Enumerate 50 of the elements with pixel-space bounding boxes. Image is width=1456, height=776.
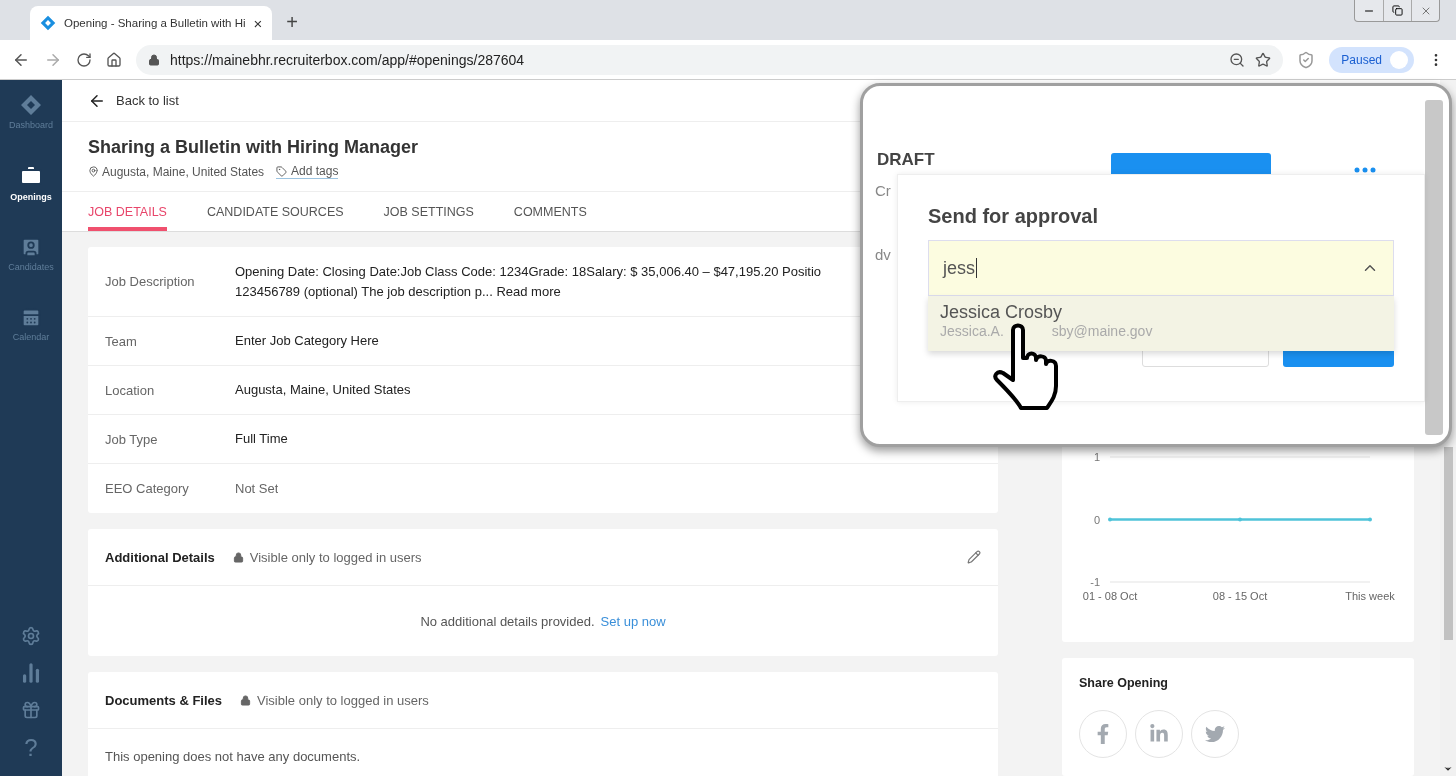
y-tick-label: 0	[1093, 513, 1100, 526]
tab[interactable]: JOB DETAILS	[88, 192, 167, 231]
field-value: Full Time	[235, 430, 288, 448]
profile-button[interactable]: Paused	[1329, 46, 1414, 73]
approver-select[interactable]: jess	[928, 240, 1394, 296]
opening-title: Sharing a Bulletin with Hiring Manager	[88, 137, 420, 158]
section-title: Additional Details	[105, 549, 215, 565]
x-tick-label: This week	[1345, 590, 1395, 602]
visibility-note: Visible only to logged in users	[232, 549, 422, 565]
tab[interactable]: COMMENTS	[513, 192, 587, 231]
add-tags-link[interactable]: Add tags	[276, 164, 339, 179]
approver-option[interactable]: Jessica Crosby Jessica.A. sby@maine.gov	[928, 296, 1394, 351]
sidebar-item[interactable]: Openings	[0, 158, 62, 208]
option-name: Jessica Crosby	[940, 302, 1064, 323]
url-text: https://mainebhr.recruiterbox.com/app/#openings/287604	[170, 51, 526, 68]
option-email: sby@maine.gov	[1051, 323, 1153, 339]
y-tick-label: -1	[1090, 576, 1100, 588]
x-tick-label: 01 - 08 Oct	[1082, 590, 1138, 602]
field-value: Enter Job Category Here	[235, 332, 379, 350]
empty-message: This opening does not have any documents.	[104, 748, 362, 766]
empty-message: No additional details provided.	[420, 613, 595, 629]
back-link[interactable]: Back to list	[88, 91, 179, 110]
x-tick-label: 08 - 15 Oct	[1212, 590, 1268, 602]
field-label: Job Description	[105, 274, 196, 289]
opening-location: Augusta, Maine, United States	[88, 164, 265, 179]
status-subtext: Cr	[875, 182, 891, 199]
popup-title: Send for approval	[928, 205, 1100, 228]
field-label: Location	[105, 382, 156, 398]
search-text: jess	[943, 257, 975, 279]
option-email: Jessica.A.	[940, 323, 1004, 339]
close-tab-button[interactable]: ×	[253, 14, 263, 32]
side-text: dv	[875, 246, 891, 263]
set-up-link[interactable]: Set up now	[600, 613, 666, 629]
browser-tab[interactable]: Opening - Sharing a Bulletin with Hi ×	[30, 6, 273, 40]
status-label: DRAFT	[877, 150, 935, 170]
field-value: Not Set	[235, 479, 279, 498]
field-label: Job Type	[105, 431, 159, 447]
address-field[interactable]: https://mainebhr.recruiterbox.com/app/#openings/287604	[136, 44, 1284, 75]
field-value: Augusta, Maine, United States	[235, 381, 411, 399]
field-value: Opening Date: Closing Date:Job Class Code: 1234Grade: 18Salary: $ 35,006.40 – $47,195.20 Positio 123456789 (optional) The job description p... Read more	[235, 262, 822, 301]
visibility-note: Visible only to logged in users	[240, 692, 429, 708]
tab[interactable]: JOB SETTINGS	[383, 192, 474, 231]
tab-title: Opening - Sharing a Bulletin with Hi	[64, 17, 246, 29]
y-tick-label: 1	[1093, 451, 1100, 463]
field-label: EEO Category	[105, 481, 190, 496]
new-tab-button[interactable]: +	[286, 11, 298, 34]
share-title: Share Opening	[1079, 676, 1169, 690]
field-label: Team	[105, 333, 138, 349]
tab[interactable]: CANDIDATE SOURCES	[206, 192, 344, 231]
section-title: Documents & Files	[105, 692, 223, 708]
